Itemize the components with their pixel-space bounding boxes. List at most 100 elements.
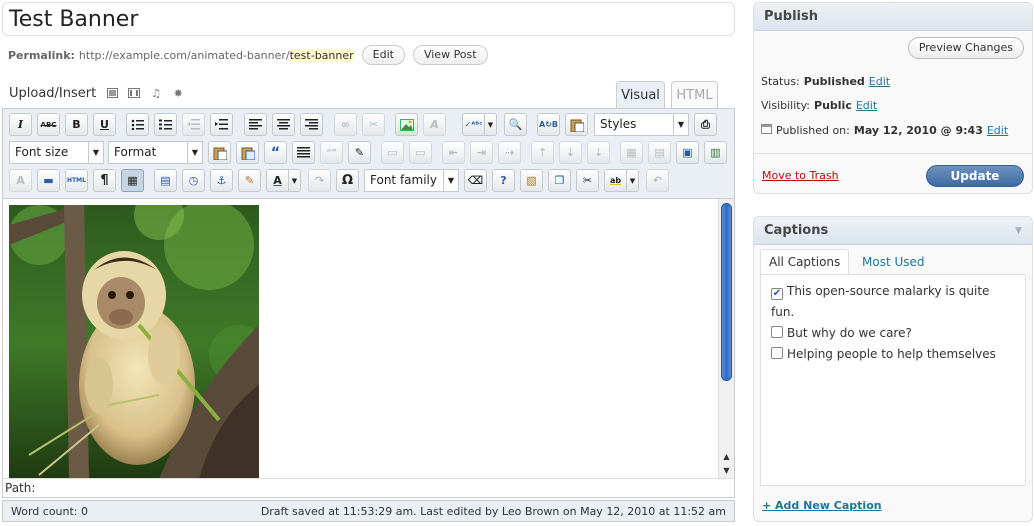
- find-replace-icon[interactable]: A↻B: [537, 113, 560, 136]
- table-icon[interactable]: ▦: [121, 169, 144, 192]
- indent-icon[interactable]: [210, 113, 233, 136]
- justify-icon[interactable]: [292, 141, 315, 164]
- redo-icon[interactable]: ↷: [308, 169, 331, 192]
- scrollbar-thumb[interactable]: [721, 203, 732, 381]
- toolbar-row-1: I ABC B U ∞ ✂ A ✓ᴬᴮᶜ ▼ 🔍 A↻B Styles ▼ ⎙: [8, 113, 728, 137]
- visibility-edit-link[interactable]: Edit: [856, 99, 877, 112]
- text-color-dropdown-arrow[interactable]: ▼: [289, 169, 301, 192]
- table-cell-props-icon[interactable]: ▭: [409, 141, 432, 164]
- add-new-caption-link[interactable]: + Add New Caption: [762, 499, 882, 512]
- monkey-image[interactable]: [9, 205, 259, 479]
- publish-panel-header[interactable]: Publish: [754, 3, 1032, 31]
- checkbox-icon[interactable]: [771, 347, 783, 359]
- font-family-select[interactable]: Font family ▼: [364, 169, 459, 192]
- insert-row-before-icon[interactable]: ⇤: [442, 141, 465, 164]
- unlink-icon[interactable]: ✂: [362, 113, 385, 136]
- post-title-input[interactable]: Test Banner: [2, 2, 735, 36]
- editor-content-area[interactable]: ▲ ▼: [2, 198, 735, 479]
- show-blocks-icon[interactable]: ¶: [93, 169, 116, 192]
- bold-icon[interactable]: B: [65, 113, 88, 136]
- checkbox-checked-icon[interactable]: ✔: [771, 288, 783, 300]
- highlight-dropdown-arrow[interactable]: ▼: [627, 169, 639, 192]
- insert-time-icon[interactable]: ◷: [182, 169, 205, 192]
- add-media-icon[interactable]: ✸: [172, 87, 184, 100]
- captions-panel-header[interactable]: Captions ▼: [754, 217, 1032, 245]
- checkbox-icon[interactable]: [771, 326, 783, 338]
- caption-item[interactable]: ✔ This open-source malarky is quite fun.: [771, 281, 1011, 323]
- font-size-select-label: Font size: [15, 145, 69, 159]
- add-video-icon[interactable]: [128, 87, 141, 99]
- insert-image-icon[interactable]: [395, 113, 418, 136]
- table-row-props-icon[interactable]: ▭: [381, 141, 404, 164]
- spellcheck-icon[interactable]: ✓ᴬᴮᶜ: [462, 113, 485, 136]
- split-cells-icon[interactable]: ▦: [620, 141, 643, 164]
- insert-col-before-icon[interactable]: ⇡: [531, 141, 554, 164]
- paste-text-icon[interactable]: [208, 141, 231, 164]
- edit-css-icon[interactable]: ✎: [348, 141, 371, 164]
- delete-row-icon[interactable]: ⇢: [498, 141, 521, 164]
- tab-html[interactable]: HTML: [671, 81, 718, 108]
- outdent-icon[interactable]: [182, 113, 205, 136]
- update-button[interactable]: Update: [926, 165, 1024, 187]
- permalink-slug[interactable]: test-banner: [289, 48, 354, 62]
- cleanup-icon[interactable]: ✎: [238, 169, 261, 192]
- text-color-icon[interactable]: A: [266, 169, 289, 192]
- special-char-icon[interactable]: Ω: [336, 169, 359, 192]
- strikethrough-icon[interactable]: ABC: [37, 113, 60, 136]
- align-right-icon[interactable]: [300, 113, 323, 136]
- scroll-up-arrow-icon[interactable]: ▲: [719, 449, 734, 463]
- insert-date-icon[interactable]: ▤: [154, 169, 177, 192]
- blockquote-icon[interactable]: “: [264, 141, 287, 164]
- merge-cells-icon[interactable]: ▤: [648, 141, 671, 164]
- align-left-icon[interactable]: [244, 113, 267, 136]
- paste-clipboard-icon[interactable]: ▧: [520, 169, 543, 192]
- move-to-trash-link[interactable]: Move to Trash: [762, 169, 839, 182]
- spellcheck-dropdown-arrow[interactable]: ▼: [485, 113, 497, 136]
- undo-icon[interactable]: ↶: [646, 169, 669, 192]
- add-image-icon[interactable]: [106, 87, 118, 99]
- permalink-edit-button[interactable]: Edit: [361, 45, 405, 65]
- horizontal-rule-icon[interactable]: ▬: [37, 169, 60, 192]
- delete-col-icon[interactable]: ⇣: [587, 141, 610, 164]
- copy-icon[interactable]: ❐: [548, 169, 571, 192]
- italic-icon[interactable]: I: [9, 113, 32, 136]
- styleprops-icon[interactable]: A: [9, 169, 32, 192]
- cut-icon[interactable]: ✂: [576, 169, 599, 192]
- tab-all-captions[interactable]: All Captions: [760, 249, 850, 275]
- vertical-scrollbar[interactable]: ▲ ▼: [718, 199, 734, 479]
- styles-select[interactable]: Styles ▼: [594, 113, 689, 136]
- underline-icon[interactable]: U: [93, 113, 116, 136]
- tab-most-used[interactable]: Most Used: [854, 249, 933, 275]
- print-icon[interactable]: ⎙: [694, 113, 717, 136]
- bullet-list-icon[interactable]: [126, 113, 149, 136]
- panel-toggle-icon[interactable]: ▼: [1015, 226, 1022, 236]
- insert-col-after-icon[interactable]: ⇣: [559, 141, 582, 164]
- remove-format-icon[interactable]: ⌫: [464, 169, 487, 192]
- html-source-icon[interactable]: HTML: [65, 169, 88, 192]
- caption-item[interactable]: Helping people to help themselves: [771, 344, 1011, 365]
- scroll-down-arrow-icon[interactable]: ▼: [719, 463, 734, 477]
- view-post-button[interactable]: View Post: [412, 45, 488, 65]
- insert-link-icon[interactable]: ∞: [334, 113, 357, 136]
- media-icon[interactable]: ▥: [704, 141, 727, 164]
- highlight-color-icon[interactable]: ab: [604, 169, 627, 192]
- clean-styles-icon[interactable]: A: [423, 113, 446, 136]
- anchor-icon[interactable]: ⚓: [210, 169, 233, 192]
- font-size-select[interactable]: Font size ▼: [9, 141, 104, 164]
- help-icon[interactable]: ?: [492, 169, 515, 192]
- insert-row-after-icon[interactable]: ⇥: [470, 141, 493, 164]
- numbered-list-icon[interactable]: [154, 113, 177, 136]
- format-select[interactable]: Format ▼: [108, 141, 203, 164]
- tab-visual[interactable]: Visual: [616, 81, 665, 108]
- cite-icon[interactable]: “”: [320, 141, 343, 164]
- published-edit-link[interactable]: Edit: [987, 124, 1008, 137]
- fullscreen-icon[interactable]: ▣: [676, 141, 699, 164]
- align-center-icon[interactable]: [272, 113, 295, 136]
- find-icon[interactable]: 🔍: [504, 113, 527, 136]
- preview-changes-button[interactable]: Preview Changes: [907, 37, 1024, 59]
- paste-from-word-icon[interactable]: [236, 141, 259, 164]
- status-edit-link[interactable]: Edit: [869, 75, 890, 88]
- caption-item[interactable]: But why do we care?: [771, 323, 1011, 344]
- add-audio-icon[interactable]: ♫: [150, 87, 162, 100]
- paste-word-icon[interactable]: [565, 113, 588, 136]
